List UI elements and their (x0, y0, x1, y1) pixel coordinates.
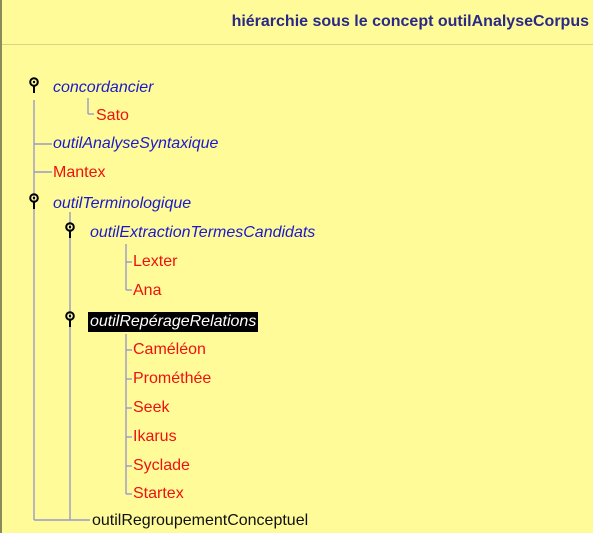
hierarchy-panel: hiérarchie sous le concept outilAnalyseC… (0, 0, 593, 533)
node-label: Mantex (53, 164, 106, 181)
selected-node-label: outilRepérageRelations (88, 312, 259, 332)
tree-node-outilterminologique[interactable]: outilTerminologique (51, 192, 193, 216)
node-label: outilAnalyseSyntaxique (53, 135, 219, 152)
tree-node-cameleon[interactable]: Caméléon (131, 338, 208, 362)
tree-node-promethee[interactable]: Prométhée (131, 367, 213, 391)
node-label: Prométhée (133, 370, 212, 387)
node-label: outilRegroupementConceptuel (92, 512, 309, 529)
tree-node-lexter[interactable]: Lexter (131, 250, 179, 274)
node-label: outilExtractionTermesCandidats (90, 224, 316, 241)
tree-node-outilextractiontermescandidats[interactable]: outilExtractionTermesCandidats (88, 221, 317, 245)
tree-node-outilanalysesyntaxique[interactable]: outilAnalyseSyntaxique (51, 132, 220, 156)
key-toggle-icon[interactable] (65, 311, 75, 333)
node-label: Sato (96, 107, 129, 124)
node-label: outilTerminologique (53, 195, 192, 212)
tree-node-syclade[interactable]: Syclade (131, 454, 192, 478)
tree-node-outilregroupementconceptuel[interactable]: outilRegroupementConceptuel (90, 509, 310, 533)
key-toggle-icon[interactable] (29, 193, 39, 215)
node-label: Seek (133, 399, 170, 416)
tree-node-ikarus[interactable]: Ikarus (131, 425, 179, 449)
node-label: Ana (133, 282, 162, 299)
tree-node-startex[interactable]: Startex (131, 482, 186, 506)
tree-node-seek[interactable]: Seek (131, 396, 171, 420)
node-label: Lexter (133, 253, 178, 270)
key-toggle-icon[interactable] (65, 222, 75, 244)
node-label: Syclade (133, 457, 190, 474)
tree-node-ana[interactable]: Ana (131, 279, 163, 303)
tree-node-outilreperagerelations[interactable]: outilRepérageRelations (88, 310, 259, 334)
tree-node-concordancier[interactable]: concordancier (51, 76, 156, 100)
tree-node-mantex[interactable]: Mantex (51, 161, 107, 185)
key-toggle-icon[interactable] (29, 77, 39, 99)
node-label: Ikarus (133, 428, 177, 445)
node-label: concordancier (53, 79, 154, 96)
node-label: Caméléon (133, 341, 206, 358)
node-label: Startex (133, 485, 184, 502)
tree-node-sato[interactable]: Sato (94, 104, 131, 128)
